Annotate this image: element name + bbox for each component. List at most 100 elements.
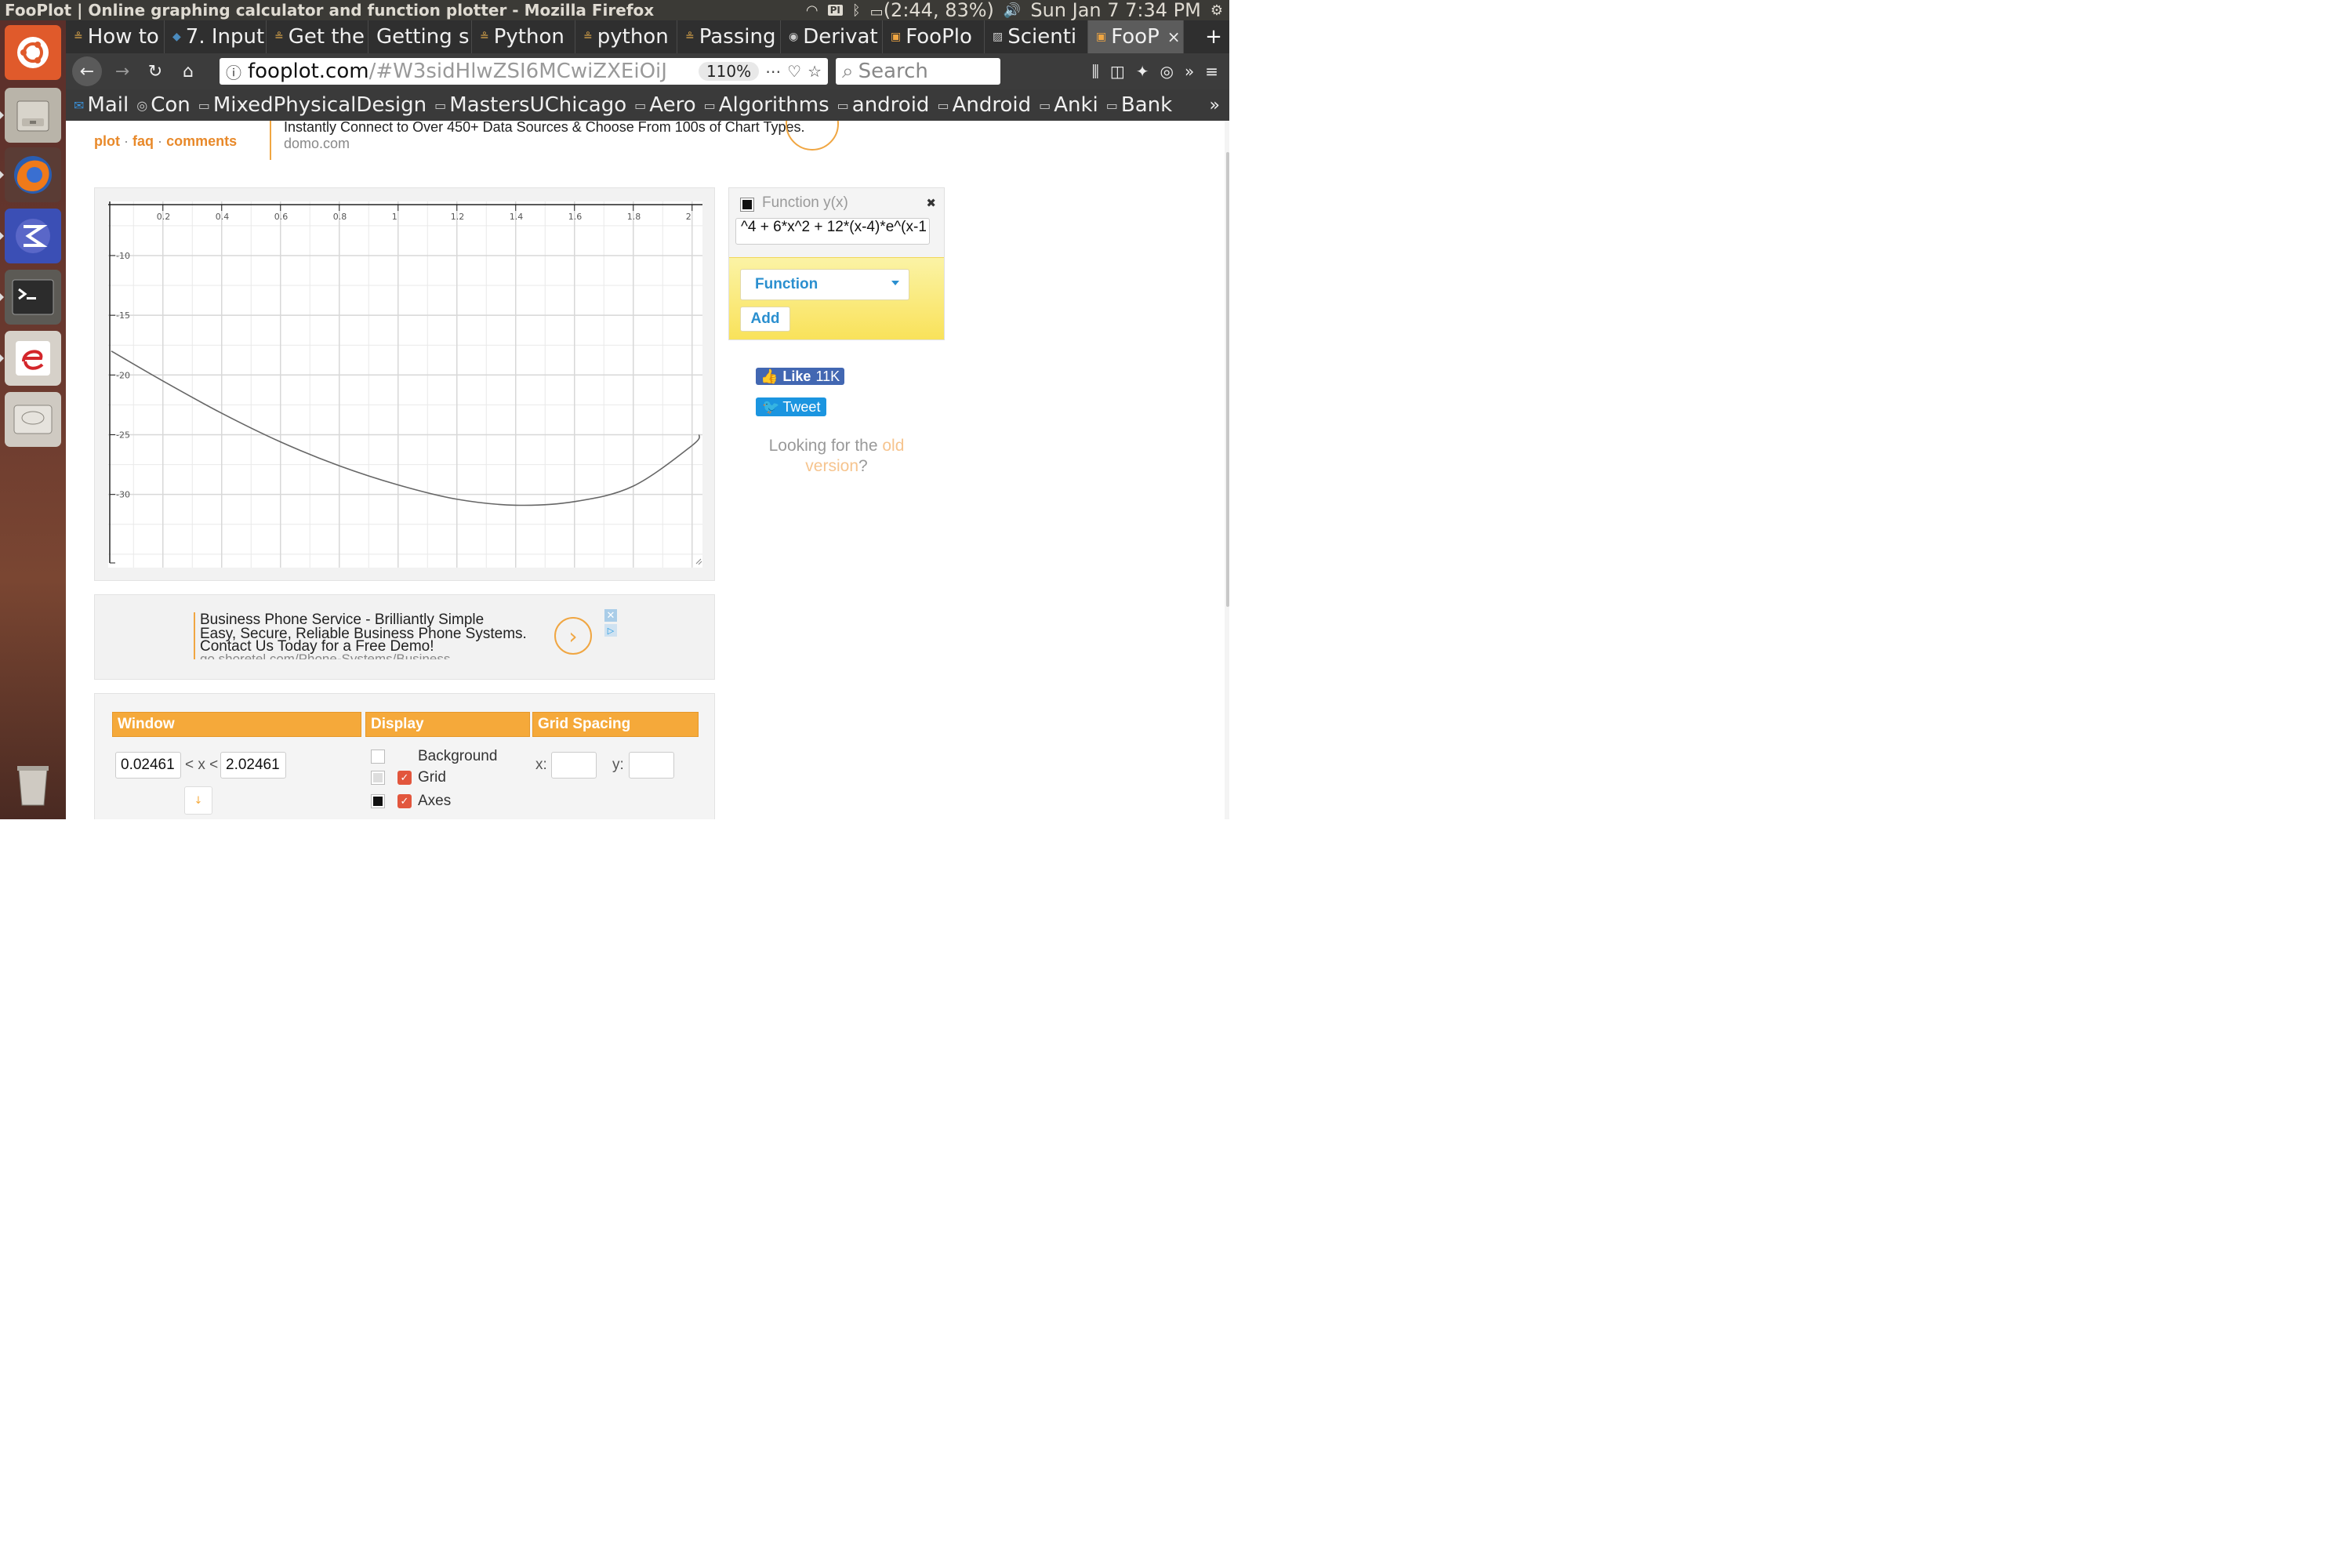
grid-x-input[interactable] (551, 752, 597, 779)
firefox-icon (14, 156, 52, 194)
grid-y-input[interactable] (629, 752, 674, 779)
home-button[interactable]: ⌂ (176, 59, 201, 84)
extension-icon[interactable]: ✦ (1136, 62, 1149, 81)
bookmark-folder[interactable]: ▭ Android (937, 93, 1031, 117)
wifi-icon[interactable]: ◠ (806, 2, 818, 19)
hamburger-menu-icon[interactable]: ≡ (1205, 62, 1218, 81)
tab[interactable]: ≗ Python (472, 20, 575, 53)
x-max-input[interactable]: 2.02461 (220, 752, 286, 779)
plot-panel[interactable]: 0.2 0.4 0.6 0.8 1 1.2 1.4 1.6 1.8 2 -10 -15 -20 -25 -3… (94, 187, 715, 581)
folder-icon: ▭ (937, 97, 949, 113)
ad-arrow-icon[interactable]: › (554, 617, 592, 655)
bookmark-item[interactable]: ✉ Mail (74, 93, 129, 117)
bookmark-item[interactable]: ◎ Con (136, 93, 191, 117)
scrollbar[interactable] (1225, 121, 1229, 819)
close-tab-icon[interactable]: × (1167, 27, 1181, 46)
x-min-input[interactable]: 0.02461 (115, 752, 181, 779)
tab[interactable]: ◆ 7. Input (165, 20, 267, 53)
files-app-icon[interactable] (5, 88, 61, 143)
background-color-swatch[interactable] (371, 750, 385, 764)
tab[interactable]: ▨ Scienti (985, 20, 1088, 53)
info-icon[interactable]: ⓘ (226, 60, 241, 83)
extension-icon[interactable]: ◎ (1160, 62, 1174, 81)
tab[interactable]: Getting s (368, 20, 472, 53)
trash-app-icon[interactable] (5, 757, 61, 812)
function-type-dropdown[interactable]: Function (740, 269, 909, 300)
reload-button[interactable]: ↻ (143, 59, 168, 84)
grid-y-label: y: (612, 757, 624, 773)
ad-content[interactable]: Business Phone Service - Brilliantly Sim… (194, 612, 546, 659)
ad-close-icon[interactable]: ✕ (604, 609, 617, 622)
function-color-picker[interactable] (740, 198, 754, 212)
url-bar[interactable]: ⓘ fooplot.com/#W3sidHlwZSI6MCwiZXEiOiJ 1… (220, 58, 828, 85)
reader-app-icon[interactable] (5, 331, 61, 386)
terminal-app-icon[interactable] (5, 270, 61, 325)
nav-link-faq[interactable]: faq (132, 133, 154, 149)
tab[interactable]: ≗ python (575, 20, 677, 53)
forward-button[interactable]: → (110, 59, 135, 84)
home-icon: ⌂ (183, 61, 194, 82)
top-advertisement[interactable]: Instantly Connect to Over 450+ Data Sour… (270, 121, 818, 160)
running-indicator (0, 171, 4, 179)
axes-color-swatch[interactable] (371, 794, 385, 808)
stackoverflow-favicon-icon: ≗ (274, 31, 284, 43)
bookmark-folder[interactable]: ▭ Aero (634, 93, 695, 117)
add-function-button[interactable]: Add (740, 307, 790, 332)
bookmark-folder[interactable]: ▭ Algorithms (704, 93, 829, 117)
bookmark-folder[interactable]: ▭ MastersUChicago (434, 93, 626, 117)
axes-checkbox[interactable]: ✓ (397, 794, 412, 808)
grid-color-swatch[interactable] (371, 771, 385, 785)
disk-app-icon[interactable] (5, 392, 61, 447)
zoom-indicator[interactable]: 110% (698, 62, 760, 81)
bookmark-folder[interactable]: ▭ android (837, 93, 930, 117)
new-tab-button[interactable]: + (1198, 20, 1229, 53)
bookmark-folder[interactable]: ▭ Bank (1106, 93, 1172, 117)
y-tick-label: -30 (116, 490, 130, 500)
function-plot[interactable]: 0.2 0.4 0.6 0.8 1 1.2 1.4 1.6 1.8 2 -10 -15 -20 -25 -3… (108, 201, 702, 568)
tab[interactable]: ≗ How to (66, 20, 165, 53)
sidebar-icon[interactable]: ◫ (1110, 62, 1125, 81)
url-path: /#W3sidHlwZSI6MCwiZXEiOiJ (368, 60, 667, 83)
library-icon[interactable]: ⫼ (1092, 62, 1099, 81)
grid-spacing-section-header: Grid Spacing (532, 712, 699, 737)
nav-link-comments[interactable]: comments (166, 133, 237, 149)
volume-icon[interactable]: 🔊 (1004, 2, 1021, 19)
tweet-button[interactable]: 🐦 Tweet (756, 397, 827, 416)
back-button[interactable]: ← (72, 56, 102, 86)
search-box[interactable]: ⌕ Search (836, 58, 1000, 85)
scrollbar-thumb[interactable] (1226, 152, 1229, 607)
overflow-chevron-icon[interactable]: » (1185, 62, 1194, 81)
dash-home-icon[interactable] (5, 25, 61, 80)
expand-window-button[interactable]: ↓ (184, 786, 212, 815)
bookmark-star-icon[interactable]: ☆ (808, 62, 822, 81)
page-actions-icon[interactable]: ⋯ (765, 62, 781, 81)
settings-gear-icon[interactable]: ⚙ (1210, 2, 1223, 19)
bookmark-folder[interactable]: ▭ Anki (1039, 93, 1098, 117)
toolbar-extensions: ⫼ ◫ ✦ ◎ » ≡ (1092, 62, 1229, 81)
clock[interactable]: Sun Jan 7 7:34 PM (1030, 0, 1201, 21)
grid-x-label: x: (535, 757, 547, 773)
bookmark-folder[interactable]: ▭ MixedPhysicalDesign (198, 93, 426, 117)
tab[interactable]: ◉ Derivat (781, 20, 883, 53)
firefox-app-icon[interactable] (5, 147, 61, 202)
battery-indicator[interactable]: ▭(2:44, 83%) (870, 0, 994, 21)
adchoices-icon[interactable]: ▷ (604, 624, 617, 637)
function-expression-input[interactable]: ^4 + 6*x^2 + 12*(x-4)*e^(x-1 (735, 218, 930, 245)
tab[interactable]: ≗ Get the (267, 20, 368, 53)
middle-advertisement: Business Phone Service - Brilliantly Sim… (94, 594, 715, 680)
tab[interactable]: ▣ FooPlo (883, 20, 985, 53)
function-type-label: Function y(x) (762, 194, 848, 211)
keyboard-layout-indicator[interactable]: PI (827, 5, 843, 16)
facebook-like-button[interactable]: 👍 Like 11K (756, 368, 845, 385)
x-tick-label: 2 (686, 212, 691, 222)
tab-active[interactable]: ▣ FooP × (1088, 20, 1184, 53)
bluetooth-icon[interactable]: ᛒ (852, 2, 861, 19)
emacs-app-icon[interactable] (5, 209, 61, 263)
display-axes-row: ✓ Axes (371, 792, 451, 811)
pocket-icon[interactable]: ♡ (787, 62, 801, 81)
tab[interactable]: ≗ Passing (677, 20, 781, 53)
bookmarks-overflow-chevron-icon[interactable]: » (1210, 96, 1229, 115)
remove-function-icon[interactable]: ✖ (926, 196, 936, 210)
nav-link-plot[interactable]: plot (94, 133, 120, 149)
grid-checkbox[interactable]: ✓ (397, 771, 412, 785)
